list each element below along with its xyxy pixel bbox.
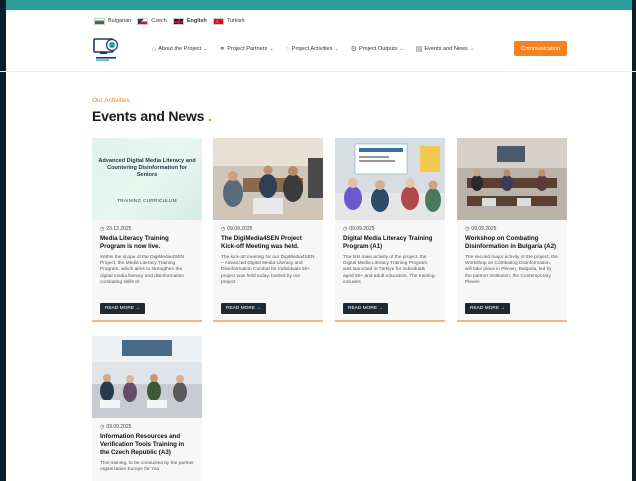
window-frame-right bbox=[632, 0, 636, 481]
chevron-down-icon: ⌄ bbox=[469, 46, 475, 52]
chevron-down-icon: ⌄ bbox=[203, 46, 208, 52]
calendar-icon: ◷ bbox=[100, 424, 105, 430]
card-body: ◷ 09.09.2025 Information Resources and Ve… bbox=[92, 418, 202, 481]
nav-item-label: About the Project bbox=[158, 46, 202, 52]
nav-item-label: Project Activities bbox=[291, 46, 333, 52]
card-date-text: 23.12.2025 bbox=[106, 226, 132, 232]
language-label: Czech bbox=[151, 18, 167, 24]
document-icon: ▤ bbox=[415, 46, 423, 53]
card-body: ◷ 09.09.2025 Digital Media Literacy Train… bbox=[335, 220, 445, 320]
card-excerpt: The first main activity of the project, … bbox=[343, 255, 435, 285]
main-navigation: ⌂ About the Project ⌄ ⚭ Project Partners… bbox=[0, 32, 636, 72]
nav-item-activities[interactable]: ◌ Project Activities ⌄ bbox=[286, 45, 339, 53]
card-date: ◷ 09.09.2025 bbox=[100, 424, 194, 430]
page-title: Events and News . bbox=[92, 108, 212, 124]
handshake-icon: ⚭ bbox=[219, 46, 226, 53]
read-more-button[interactable]: READ MORE → bbox=[100, 303, 146, 314]
card-image[interactable] bbox=[457, 138, 567, 220]
card-excerpt: The second major activity of the project… bbox=[465, 255, 558, 285]
chevron-down-icon: ⌄ bbox=[334, 46, 339, 52]
nav-item-events[interactable]: ▤ Events and News ⌄ bbox=[416, 45, 474, 53]
card-date-text: 09.09.2025 bbox=[349, 226, 375, 232]
card-image[interactable] bbox=[335, 138, 445, 220]
read-more-button[interactable]: READ MORE → bbox=[221, 303, 267, 314]
language-czech[interactable]: Czech bbox=[137, 17, 167, 25]
gear-icon: ⚙ bbox=[350, 46, 357, 53]
card-date-text: 09.09.2025 bbox=[471, 226, 497, 232]
language-turkish[interactable]: ☾ Turkish bbox=[212, 17, 245, 25]
language-bar: Bulgarian Czech English ☾ Turkish bbox=[94, 15, 245, 27]
card-date-text: 09.09.2025 bbox=[227, 226, 253, 232]
uk-flag-icon bbox=[172, 17, 184, 25]
activity-icon: ◌ bbox=[285, 45, 290, 53]
language-label: Bulgarian bbox=[108, 18, 132, 24]
card-date: ◷ 09.09.2025 bbox=[465, 226, 559, 232]
news-card[interactable]: ◷ 09.09.2025 Information Resources and Ve… bbox=[92, 336, 202, 481]
czech-flag-icon bbox=[137, 17, 149, 25]
calendar-icon: ◷ bbox=[221, 226, 226, 232]
card-body: ◷ 09.09.2025 Workshop on Combating Disinf… bbox=[457, 220, 567, 320]
card-date: ◷ 09.09.2025 bbox=[343, 226, 437, 232]
card-title[interactable]: Information Resources and Verification T… bbox=[100, 433, 194, 457]
news-card[interactable]: ◷ 09.09.2025 Digital Media Literacy Train… bbox=[335, 138, 445, 322]
cover-title: Advanced Digital Media Literacy and Coun… bbox=[98, 158, 196, 178]
calendar-icon: ◷ bbox=[100, 226, 105, 232]
page-title-text: Events and News bbox=[92, 108, 205, 124]
top-accent-bar bbox=[0, 0, 636, 10]
card-title[interactable]: Workshop on Combating Disinformation in … bbox=[465, 235, 559, 251]
nav-menu: ⌂ About the Project ⌄ ⚭ Project Partners… bbox=[152, 45, 474, 54]
card-date: ◷ 09.09.2025 bbox=[221, 226, 315, 232]
card-title[interactable]: Media Literacy Training Program is now l… bbox=[100, 235, 194, 251]
nav-item-about[interactable]: ⌂ About the Project ⌄ bbox=[152, 45, 207, 53]
card-date-text: 09.09.2025 bbox=[106, 424, 132, 430]
language-bulgarian[interactable]: Bulgarian bbox=[94, 17, 132, 25]
title-dot: . bbox=[207, 108, 212, 124]
chevron-down-icon: ⌄ bbox=[269, 46, 274, 52]
nav-item-label: Project Outputs bbox=[358, 46, 398, 52]
nav-item-label: Project Partners bbox=[227, 46, 268, 52]
card-body: ◷ 23.12.2025 Media Literacy Training Prog… bbox=[92, 220, 202, 320]
section-subtitle: Our Activities bbox=[92, 97, 130, 104]
nav-item-partners[interactable]: ⚭ Project Partners ⌄ bbox=[219, 45, 273, 53]
card-excerpt: The kick-off meeting for our DigiMedia4S… bbox=[221, 255, 315, 285]
card-excerpt: This training, to be conducted by the pa… bbox=[100, 461, 194, 473]
news-card[interactable]: Advanced Digital Media Literacy and Coun… bbox=[92, 138, 202, 322]
conference-photo bbox=[457, 138, 567, 220]
card-date: ◷ 23.12.2025 bbox=[100, 226, 194, 232]
card-image[interactable] bbox=[92, 336, 202, 418]
card-excerpt: Within the scope of the DigiMedia4SEN Pr… bbox=[100, 255, 184, 285]
nav-item-outputs[interactable]: ⚙ Project Outputs ⌄ bbox=[351, 45, 404, 53]
read-more-button[interactable]: READ MORE → bbox=[465, 303, 511, 314]
language-label: Turkish bbox=[226, 18, 245, 24]
language-english[interactable]: English bbox=[172, 17, 207, 25]
language-label: English bbox=[186, 18, 207, 24]
calendar-icon: ◷ bbox=[343, 226, 348, 232]
card-body: ◷ 09.09.2025 The DigiMedia4SEN Project Ki… bbox=[213, 220, 323, 320]
classroom-photo bbox=[335, 138, 445, 220]
calendar-icon: ◷ bbox=[465, 226, 470, 232]
bulgaria-flag-icon bbox=[94, 17, 105, 25]
window-frame-left bbox=[0, 0, 6, 481]
chevron-down-icon: ⌄ bbox=[399, 46, 404, 52]
meeting-photo bbox=[213, 138, 323, 220]
card-image[interactable] bbox=[213, 138, 323, 220]
site-logo[interactable] bbox=[93, 36, 120, 63]
home-icon: ⌂ bbox=[152, 45, 157, 53]
card-title[interactable]: Digital Media Literacy Training Program … bbox=[343, 235, 437, 251]
card-title[interactable]: The DigiMedia4SEN Project Kick-off Meeti… bbox=[221, 235, 315, 251]
cover-subtitle: TRAINING CURRICULUM bbox=[117, 198, 177, 203]
card-image[interactable]: Advanced Digital Media Literacy and Coun… bbox=[92, 138, 202, 220]
turkey-flag-icon: ☾ bbox=[212, 17, 224, 25]
training-photo bbox=[92, 336, 202, 418]
read-more-button[interactable]: READ MORE → bbox=[343, 303, 389, 314]
communication-button[interactable]: Communication bbox=[514, 41, 567, 56]
news-card[interactable]: ◷ 09.09.2025 Workshop on Combating Disinf… bbox=[457, 138, 567, 322]
news-card[interactable]: ◷ 09.09.2025 The DigiMedia4SEN Project Ki… bbox=[213, 138, 323, 322]
nav-item-label: Events and News bbox=[424, 46, 468, 52]
